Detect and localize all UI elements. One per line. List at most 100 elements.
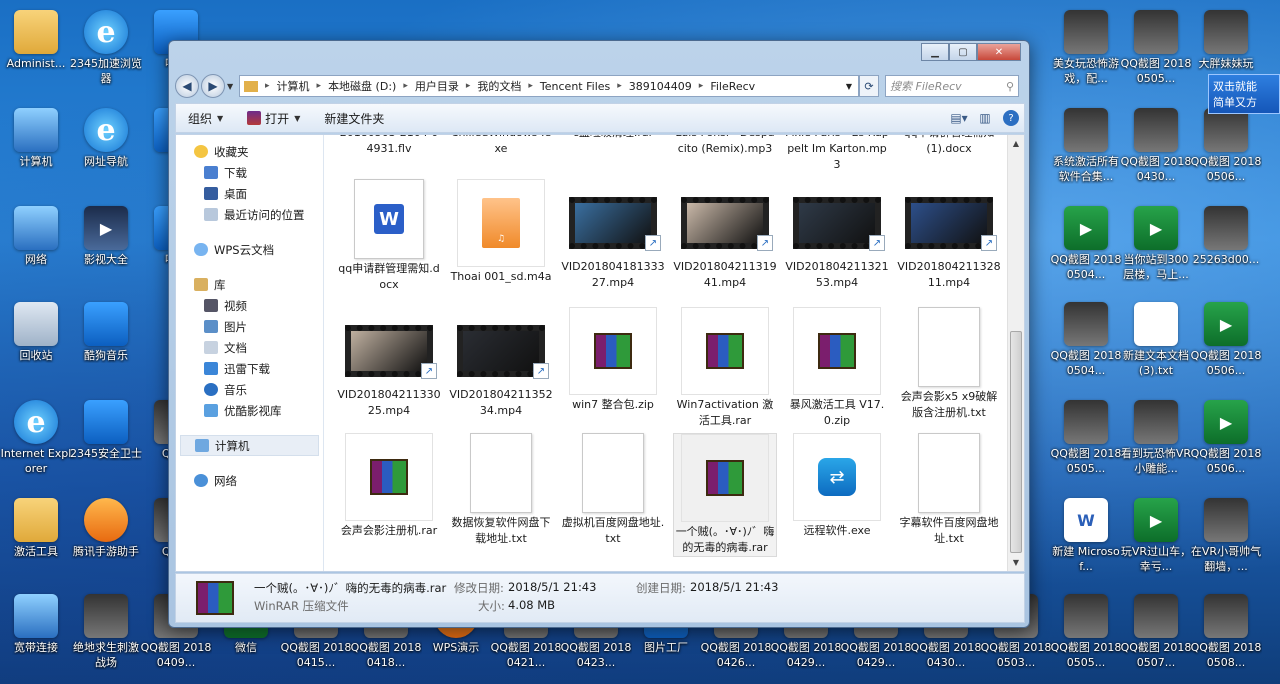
desktop-icon-item[interactable]: 新建文本文档 (3).txt [1120, 298, 1192, 382]
scroll-thumb[interactable] [1010, 331, 1022, 553]
desktop-icon-item[interactable]: QQ截图 20180505... [1050, 396, 1122, 480]
desktop-icon-item[interactable]: QQ截图 20180430... [1120, 104, 1192, 188]
desktop-icon-item[interactable]: ▶ QQ截图 20180504... [1050, 202, 1122, 286]
open-button[interactable]: 打开 ▼ [235, 110, 312, 127]
desktop-icon-item[interactable]: 2345安全卫士 [70, 396, 142, 480]
address-bar[interactable]: ▸ 计算机 ▸ 本地磁盘 (D:) ▸ 用户目录 ▸ 我的文档 ▸ Tencent Files ▸ 3… [239, 75, 859, 97]
breadcrumb-separator-icon[interactable]: ▸ [463, 81, 474, 91]
nav-youku[interactable]: 优酷影视库 [176, 400, 323, 421]
file-item[interactable]: ↗ VID20180421133025.mp4 [337, 307, 441, 419]
file-item[interactable]: ↗ VID20180421132153.mp4 [785, 179, 889, 291]
file-item[interactable]: 暴风激活工具 V17.0.zip [785, 307, 889, 429]
back-button[interactable]: ◀ [175, 74, 199, 98]
tray-notification[interactable]: 双击就能 简单又方 [1208, 74, 1280, 114]
file-item[interactable]: ↗ VID20180418133327.mp4 [561, 179, 665, 291]
breadcrumb-separator-icon[interactable]: ▸ [262, 81, 273, 91]
close-button[interactable]: ✕ [977, 43, 1021, 61]
breadcrumb-separator-icon[interactable]: ▸ [525, 81, 536, 91]
new-folder-button[interactable]: 新建文件夹 [312, 110, 396, 127]
desktop-icon-item[interactable]: 回收站 [0, 298, 72, 382]
desktop-icon-item[interactable]: ▶ 玩VR过山车，幸亏... [1120, 494, 1192, 578]
nav-pictures[interactable]: 图片 [176, 316, 323, 337]
desktop-icon-item[interactable]: W 新建 Microsof... [1050, 494, 1122, 578]
desktop-icon-item[interactable]: 看到玩恐怖VR小雕能... [1120, 396, 1192, 480]
breadcrumb-item[interactable]: Tencent Files [536, 80, 614, 93]
desktop-icon-item[interactable]: 2345加速浏览器 [70, 6, 142, 90]
desktop-icon-item[interactable]: QQ截图 20180507... [1120, 590, 1192, 674]
desktop-icon-item[interactable]: 激活工具 [0, 494, 72, 578]
nav-computer[interactable]: 计算机 [180, 435, 319, 456]
desktop-icon-item[interactable]: 美女玩恐怖游戏，配... [1050, 6, 1122, 90]
preview-pane-button[interactable]: ▥ [972, 108, 998, 128]
nav-downloads[interactable]: 下载 [176, 162, 323, 183]
breadcrumb-item[interactable]: 用户目录 [411, 78, 463, 94]
vertical-scrollbar[interactable]: ▲ ▼ [1007, 135, 1024, 571]
file-item[interactable]: 字幕软件百度网盘地址.txt [897, 433, 1001, 547]
nav-thunder[interactable]: 迅雷下载 [176, 358, 323, 379]
desktop-icon-item[interactable]: ▶ 影视大全 [70, 202, 142, 286]
desktop-icon-item[interactable]: 宽带连接 [0, 590, 72, 674]
nav-videos[interactable]: 视频 [176, 295, 323, 316]
file-item[interactable]: ↗ VID20180421132811.mp4 [897, 179, 1001, 291]
desktop-icon-item[interactable]: 网络 [0, 202, 72, 286]
file-item[interactable]: ♫ Thoai 001_sd.m4a [449, 179, 553, 285]
breadcrumb-item[interactable]: FileRecv [706, 80, 759, 93]
desktop-icon-item[interactable]: 25263d00... [1190, 202, 1262, 286]
desktop-icon-item[interactable]: Administ... [0, 6, 72, 90]
desktop-icon-item[interactable]: ▶ QQ截图 20180506... [1190, 298, 1262, 382]
file-item[interactable]: Luis Fonsi - Despacito (Remix).mp3 [673, 135, 777, 157]
search-input[interactable]: 搜索 FileRecv ⚲ [885, 75, 1019, 97]
desktop-icon-item[interactable]: 绝地求生刺激战场 [70, 590, 142, 674]
file-item[interactable]: c盘垃圾清理.rar [561, 135, 665, 141]
file-item[interactable]: win7 整合包.zip [561, 307, 665, 413]
desktop-icon-item[interactable]: QQ截图 20180506... [1190, 104, 1262, 188]
breadcrumb-item[interactable]: 计算机 [273, 78, 314, 94]
nav-recent[interactable]: 最近访问的位置 [176, 204, 323, 225]
desktop-icon-item[interactable]: 网址导航 [70, 104, 142, 188]
breadcrumb-separator-icon[interactable]: ▸ [314, 81, 325, 91]
file-item[interactable]: ChilledWindows .exe [449, 135, 553, 157]
address-dropdown-icon[interactable]: ▼ [846, 82, 858, 91]
file-item[interactable]: Pixie Paris - Es Rappelt Im Karton.mp3 [785, 135, 889, 173]
nav-desktop[interactable]: 桌面 [176, 183, 323, 204]
breadcrumb-item[interactable]: 我的文档 [473, 78, 525, 94]
desktop-icon-item[interactable]: 计算机 [0, 104, 72, 188]
breadcrumb-item[interactable]: 389104409 [625, 80, 696, 93]
file-item[interactable]: 20180503-2104 04931.flv [337, 135, 441, 157]
file-item[interactable]: 虚拟机百度网盘地址.txt [561, 433, 665, 547]
desktop-icon-item[interactable]: ▶ 当你站到300层楼，马上... [1120, 202, 1192, 286]
nav-libraries[interactable]: 库 [176, 274, 323, 295]
desktop-icon-item[interactable]: 酷狗音乐 [70, 298, 142, 382]
breadcrumb-separator-icon[interactable]: ▸ [696, 81, 707, 91]
file-item[interactable]: Win7activation 激活工具.rar [673, 307, 777, 429]
nav-music[interactable]: 音乐 [176, 379, 323, 400]
file-item[interactable]: 会声会影x5 x9破解版含注册机.txt [897, 307, 1001, 421]
desktop-icon-item[interactable]: Internet Explorer [0, 396, 72, 480]
file-item[interactable]: 一个贼(。･∀･)ﾉ゛嗨的无毒的病毒.rar [673, 433, 777, 557]
file-item[interactable]: qq申请群管理需知(1).docx [897, 135, 1001, 157]
breadcrumb-item[interactable]: 本地磁盘 (D:) [324, 78, 400, 94]
nav-documents[interactable]: 文档 [176, 337, 323, 358]
file-item[interactable]: 会声会影注册机.rar [337, 433, 441, 539]
forward-button[interactable]: ▶ [201, 74, 225, 98]
desktop-icon-item[interactable]: QQ截图 20180505... [1120, 6, 1192, 90]
desktop-icon-item[interactable]: 系统激活所有软件合集... [1050, 104, 1122, 188]
file-item[interactable]: 数据恢复软件网盘下载地址.txt [449, 433, 553, 547]
nav-favorites[interactable]: 收藏夹 [176, 141, 323, 162]
desktop-icon-item[interactable]: QQ截图 20180508... [1190, 590, 1262, 674]
file-item[interactable]: ↗ VID20180421135234.mp4 [449, 307, 553, 419]
history-dropdown-icon[interactable]: ▼ [227, 82, 239, 91]
file-item[interactable]: ⇄ 远程软件.exe [785, 433, 889, 539]
breadcrumb-separator-icon[interactable]: ▸ [614, 81, 625, 91]
scroll-down-icon[interactable]: ▼ [1008, 554, 1024, 571]
nav-network[interactable]: 网络 [176, 470, 323, 491]
organize-button[interactable]: 组织 ▼ [176, 110, 235, 127]
file-item[interactable]: Wqq申请群管理需知.docx [337, 179, 441, 293]
desktop-icon-item[interactable]: 腾讯手游助手 [70, 494, 142, 578]
desktop-icon-item[interactable]: QQ截图 20180505... [1050, 590, 1122, 674]
file-item[interactable]: ↗ VID20180421131941.mp4 [673, 179, 777, 291]
view-options-button[interactable]: ▤▾ [946, 108, 972, 128]
minimize-button[interactable]: ▁ [921, 43, 949, 61]
breadcrumb-separator-icon[interactable]: ▸ [400, 81, 411, 91]
nav-wps-cloud[interactable]: WPS云文档 [176, 239, 323, 260]
